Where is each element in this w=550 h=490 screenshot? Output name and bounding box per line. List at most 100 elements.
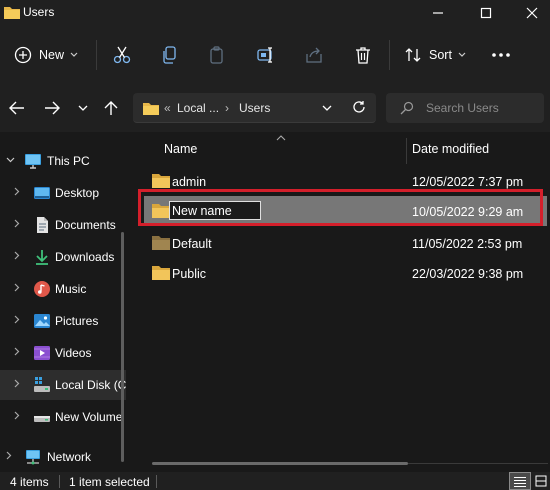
nav-item-desktop[interactable]: Desktop	[0, 178, 126, 208]
maximize-icon	[480, 7, 492, 19]
chevron-right-icon	[6, 451, 12, 460]
status-divider	[59, 475, 60, 488]
folder-icon	[4, 5, 20, 22]
music-icon	[34, 281, 50, 297]
status-divider	[156, 475, 157, 488]
cut-button[interactable]	[112, 41, 132, 69]
nav-label: Music	[55, 282, 87, 296]
status-bar: 4 items 1 item selected	[0, 472, 550, 490]
new-plus-icon	[14, 46, 32, 64]
tiles-view-button[interactable]	[530, 472, 550, 490]
cut-icon	[113, 46, 131, 64]
more-options-button[interactable]	[491, 41, 511, 69]
rename-button[interactable]	[256, 41, 276, 69]
nav-scrollbar[interactable]	[121, 232, 124, 462]
window-title: Users	[23, 5, 55, 19]
maximize-button[interactable]	[468, 0, 504, 26]
sort-icon	[405, 48, 421, 62]
new-button[interactable]: New	[14, 41, 78, 69]
sort-button[interactable]: Sort	[404, 41, 466, 69]
toolbar-divider	[389, 40, 390, 70]
column-header-name[interactable]: Name	[164, 142, 197, 156]
minimize-icon	[433, 12, 443, 14]
search-icon	[400, 101, 414, 118]
file-name: Public	[172, 267, 207, 281]
search-box[interactable]: Search Users	[386, 93, 544, 123]
chevron-right-icon	[14, 219, 20, 228]
close-icon	[526, 7, 538, 19]
nav-item-videos[interactable]: Videos	[0, 338, 126, 368]
chevron-down-icon	[322, 105, 332, 111]
address-dropdown-button[interactable]	[322, 101, 332, 115]
drive-icon	[34, 416, 50, 422]
file-date: 12/05/2022 7:37 pm	[412, 175, 524, 189]
details-view-icon	[514, 476, 526, 487]
sort-label: Sort	[429, 48, 452, 62]
arrow-up-icon	[104, 101, 118, 115]
sort-ascending-icon	[276, 135, 286, 141]
refresh-icon	[353, 101, 365, 113]
nav-item-this-pc[interactable]: This PC	[0, 146, 126, 176]
search-input[interactable]: Search Users	[426, 101, 499, 115]
chevron-right-icon	[14, 379, 20, 388]
minimize-button[interactable]	[420, 0, 456, 26]
address-overflow-chevron[interactable]: «	[164, 101, 171, 115]
arrow-left-icon	[9, 101, 24, 115]
paste-icon	[210, 46, 223, 64]
close-button[interactable]	[514, 0, 550, 26]
selection-count: 1 item selected	[69, 475, 150, 489]
breadcrumb-local-disk[interactable]: Local ...	[177, 101, 219, 115]
red-highlight-annotation	[138, 189, 543, 226]
recent-locations-button[interactable]	[71, 96, 95, 120]
documents-icon	[37, 217, 48, 233]
tiles-view-icon	[535, 475, 547, 487]
nav-item-downloads[interactable]: Downloads	[0, 242, 126, 272]
nav-label: Local Disk (C:)	[55, 378, 126, 392]
nav-item-music[interactable]: Music	[0, 274, 126, 304]
up-button[interactable]	[99, 96, 123, 120]
delete-button[interactable]	[353, 41, 373, 69]
back-button[interactable]	[5, 96, 29, 120]
chevron-right-icon	[14, 411, 20, 420]
item-count: 4 items	[10, 475, 49, 489]
folder-icon	[152, 265, 170, 283]
column-header-date[interactable]: Date modified	[412, 142, 489, 156]
paste-button[interactable]	[207, 41, 227, 69]
copy-icon	[163, 46, 176, 64]
delete-icon	[356, 47, 370, 64]
chevron-down-icon	[70, 52, 78, 57]
chevron-right-icon	[14, 347, 20, 356]
horizontal-scroll-track	[408, 463, 548, 464]
monitor-icon	[25, 154, 41, 169]
address-bar[interactable]: « Local ... › Users	[133, 93, 376, 123]
breadcrumb-users[interactable]: Users	[239, 101, 270, 115]
share-button[interactable]	[304, 41, 324, 69]
nav-item-local-disk[interactable]: Local Disk (C:)	[0, 370, 126, 400]
nav-label: Documents	[55, 218, 116, 232]
chevron-down-icon	[6, 157, 15, 163]
arrow-right-icon	[45, 101, 60, 115]
address-row: « Local ... › Users Search Users	[0, 84, 550, 132]
file-date: 11/05/2022 2:53 pm	[412, 237, 523, 251]
nav-item-documents[interactable]: Documents	[0, 210, 126, 240]
nav-item-pictures[interactable]: Pictures	[0, 306, 126, 336]
column-divider[interactable]	[406, 138, 407, 164]
chevron-right-icon	[14, 187, 20, 196]
new-label: New	[39, 48, 65, 62]
folder-icon	[143, 101, 159, 118]
details-view-button[interactable]	[509, 472, 531, 490]
network-icon	[26, 450, 40, 465]
share-icon	[306, 47, 322, 63]
file-row[interactable]: Public 22/03/2022 9:38 pm	[144, 258, 547, 288]
copy-button[interactable]	[160, 41, 180, 69]
nav-item-network[interactable]: Network	[0, 442, 126, 472]
chevron-right-icon	[14, 283, 20, 292]
rename-icon	[257, 47, 272, 63]
refresh-button[interactable]	[352, 100, 366, 117]
more-icon	[492, 53, 510, 57]
file-row[interactable]: Default 11/05/2022 2:53 pm	[144, 228, 547, 258]
horizontal-scrollbar[interactable]	[152, 462, 408, 465]
forward-button[interactable]	[40, 96, 64, 120]
file-date: 22/03/2022 9:38 pm	[412, 267, 524, 281]
nav-item-new-volume[interactable]: New Volume (D:)	[0, 402, 126, 432]
